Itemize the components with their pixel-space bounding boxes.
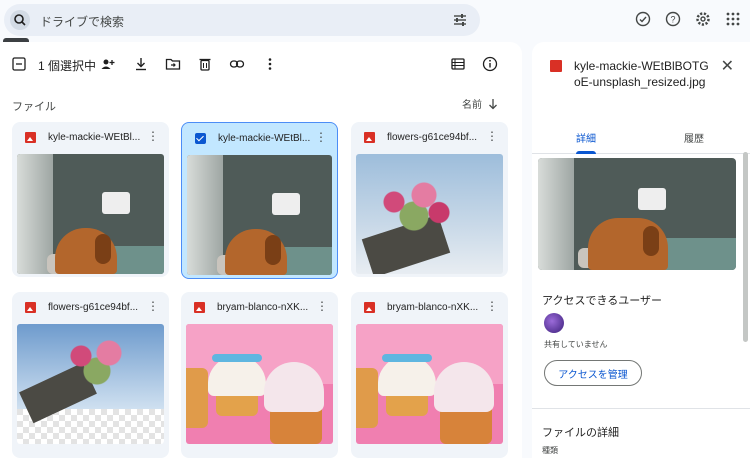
- file-name: flowers-g61ce94bf...: [48, 302, 139, 313]
- type-label: 種類: [542, 446, 558, 455]
- search-icon: [14, 14, 26, 26]
- file-card-header: kyle-mackie-WEtBl... ⋮: [12, 122, 169, 154]
- share-status: 共有していません: [544, 340, 608, 349]
- image-file-icon: [364, 132, 375, 143]
- more-options-icon[interactable]: ⋮: [486, 130, 498, 142]
- more-actions-icon[interactable]: [262, 56, 278, 72]
- file-card-header: bryam-blanco-nXK... ⋮: [181, 292, 338, 324]
- file-card-header: flowers-g61ce94bf... ⋮: [12, 292, 169, 324]
- active-tab-indicator: [576, 151, 596, 154]
- details-file-title: kyle-mackie-WEtBlBOTGoE-unsplash_resized…: [574, 59, 709, 89]
- file-name: bryam-blanco-nXK...: [387, 302, 479, 313]
- search-input[interactable]: ドライブで検索: [40, 13, 124, 30]
- more-options-icon[interactable]: ⋮: [147, 300, 159, 312]
- more-options-icon[interactable]: ⋮: [315, 131, 327, 143]
- file-thumbnail: [356, 324, 503, 444]
- manage-access-button[interactable]: アクセスを管理: [544, 360, 642, 386]
- image-file-icon: [25, 302, 36, 313]
- file-thumbnail: [17, 154, 164, 274]
- image-file-icon: [25, 132, 36, 143]
- move-to-folder-icon[interactable]: [165, 56, 181, 72]
- clear-selection-icon[interactable]: [12, 57, 26, 76]
- more-options-icon[interactable]: ⋮: [147, 130, 159, 142]
- tab-activity[interactable]: 履歴: [684, 130, 704, 145]
- trash-icon[interactable]: [197, 56, 213, 72]
- selection-count: 1 個選択中: [38, 59, 97, 73]
- file-name: kyle-mackie-WEtBl...: [48, 132, 141, 143]
- svg-text:?: ?: [670, 15, 675, 25]
- file-thumbnail: [187, 155, 332, 275]
- apps-grid-icon[interactable]: [724, 10, 742, 28]
- file-name: bryam-blanco-nXK...: [217, 302, 309, 313]
- scrollbar[interactable]: [743, 152, 748, 342]
- file-card[interactable]: bryam-blanco-nXK... ⋮: [181, 292, 338, 458]
- file-card-header: kyle-mackie-WEtBl... ⋮: [182, 123, 337, 155]
- download-icon[interactable]: [133, 56, 149, 72]
- section-label-files: ファイル: [12, 101, 56, 113]
- file-card[interactable]: flowers-g61ce94bf... ⋮: [351, 122, 508, 277]
- info-icon[interactable]: [482, 56, 498, 72]
- image-file-icon: [364, 302, 375, 313]
- arrow-down-icon: [489, 98, 497, 109]
- file-card-header: flowers-g61ce94bf... ⋮: [351, 122, 508, 154]
- search-bar[interactable]: ドライブで検索: [4, 4, 480, 36]
- details-tabs: 詳細 履歴: [532, 124, 750, 154]
- sort-control[interactable]: 名前: [462, 96, 498, 111]
- file-card-selected[interactable]: kyle-mackie-WEtBl... ⋮: [181, 122, 338, 279]
- top-icons: ?: [634, 10, 742, 28]
- image-file-icon: [550, 60, 562, 72]
- selected-checkbox-icon[interactable]: [195, 133, 206, 144]
- search-button[interactable]: [10, 10, 30, 30]
- details-panel: kyle-mackie-WEtBlBOTGoE-unsplash_resized…: [532, 42, 750, 458]
- file-card[interactable]: flowers-g61ce94bf... ⋮: [12, 292, 169, 458]
- file-details-heading: ファイルの詳細: [542, 427, 619, 439]
- file-preview: [538, 158, 736, 270]
- file-name: kyle-mackie-WEtBl...: [218, 133, 311, 144]
- search-options-icon[interactable]: [452, 12, 468, 33]
- copy-link-icon[interactable]: [229, 56, 245, 72]
- file-card-header: bryam-blanco-nXK... ⋮: [351, 292, 508, 324]
- file-card[interactable]: bryam-blanco-nXK... ⋮: [351, 292, 508, 458]
- tab-details[interactable]: 詳細: [576, 130, 596, 145]
- selection-toolbar: 1 個選択中: [0, 50, 522, 78]
- close-icon[interactable]: ✕: [721, 56, 734, 76]
- file-card[interactable]: kyle-mackie-WEtBl... ⋮: [12, 122, 169, 277]
- sort-label: 名前: [462, 100, 482, 111]
- file-thumbnail: [356, 154, 503, 274]
- divider: [532, 408, 750, 409]
- file-browser: 1 個選択中 ファイル 名前 kyle-mackie-WEtBl... ⋮ ky…: [0, 42, 522, 458]
- share-add-person-icon[interactable]: [100, 56, 116, 72]
- offline-status-icon[interactable]: [634, 10, 652, 28]
- more-options-icon[interactable]: ⋮: [316, 300, 328, 312]
- avatar[interactable]: [544, 313, 564, 333]
- access-heading: アクセスできるユーザー: [542, 295, 663, 307]
- list-view-icon[interactable]: [450, 56, 466, 72]
- image-file-icon: [194, 302, 205, 313]
- top-bar: ドライブで検索 検索 ?: [0, 0, 750, 55]
- file-name: flowers-g61ce94bf...: [387, 132, 478, 143]
- settings-gear-icon[interactable]: [694, 10, 712, 28]
- file-thumbnail: [17, 324, 164, 444]
- more-options-icon[interactable]: ⋮: [486, 300, 498, 312]
- help-icon[interactable]: ?: [664, 10, 682, 28]
- file-thumbnail: [186, 324, 333, 444]
